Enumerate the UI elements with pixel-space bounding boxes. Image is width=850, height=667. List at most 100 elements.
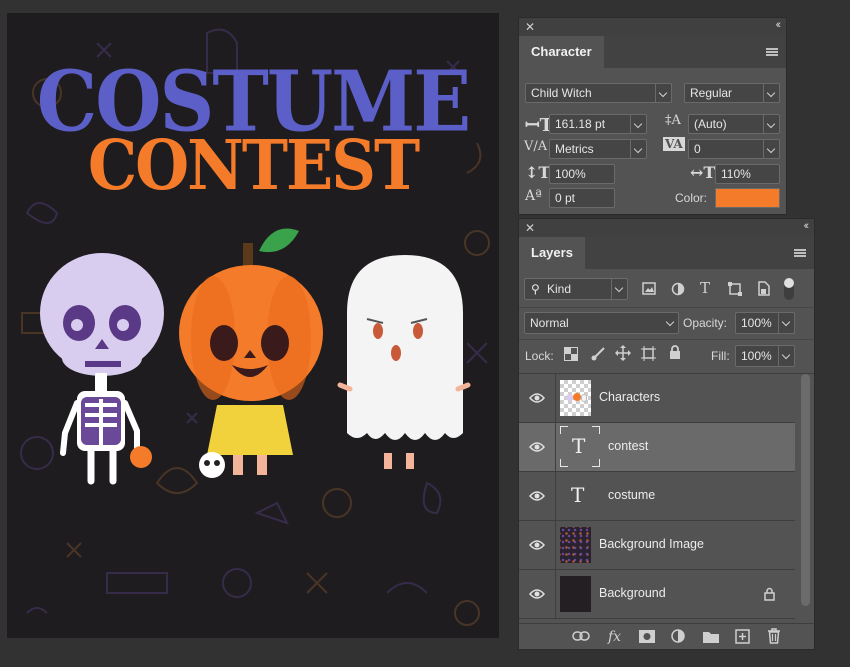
lock-pixels-icon[interactable] [591, 346, 606, 361]
color-label: Color: [675, 191, 708, 205]
baseline-shift-value: 0 pt [555, 191, 576, 205]
collapse-panel-icon[interactable]: ‹‹ [776, 19, 782, 31]
canvas-title-contest: CONTEST [87, 125, 420, 206]
tracking-value: 0 [694, 142, 701, 156]
kerning-field[interactable]: Metrics [549, 139, 647, 159]
character-panel-header: ✕ ‹‹ [519, 18, 786, 36]
folder-icon[interactable] [703, 630, 719, 643]
close-panel-icon[interactable]: ✕ [525, 221, 535, 235]
layer-row-contest[interactable]: T contest [519, 423, 795, 472]
font-size-field[interactable]: 161.18 pt [549, 114, 647, 134]
layer-thumbnail [560, 527, 591, 563]
layer-name: Background [599, 586, 666, 600]
opacity-value: 100% [741, 316, 772, 330]
kerning-icon: V/A [524, 139, 548, 154]
layers-scrollbar[interactable] [801, 374, 810, 606]
blend-mode-value: Normal [530, 316, 569, 330]
search-icon: ⚲ [531, 282, 540, 296]
baseline-shift-field[interactable]: 0 pt [549, 188, 615, 208]
link-icon[interactable] [572, 631, 590, 641]
lock-artboard-icon[interactable] [641, 346, 656, 361]
leading-value: (Auto) [694, 117, 727, 131]
filter-shape-icon[interactable] [728, 282, 742, 296]
eye-icon[interactable] [529, 490, 545, 502]
tab-character[interactable]: Character [519, 36, 604, 68]
fill-label: Fill: [711, 349, 730, 363]
tab-layers[interactable]: Layers [519, 237, 585, 269]
font-style-select[interactable]: Regular [684, 83, 780, 103]
layers-panel-header: ✕ ‹‹ [519, 219, 814, 237]
lock-icon [764, 587, 775, 601]
eye-icon[interactable] [529, 441, 545, 453]
opacity-label: Opacity: [683, 316, 728, 330]
tracking-field[interactable]: 0 [688, 139, 780, 159]
eye-icon[interactable] [529, 539, 545, 551]
text-layer-icon: T [571, 483, 585, 507]
eye-icon[interactable] [529, 392, 545, 404]
layers-bottom-toolbar: fx [519, 623, 814, 649]
vertical-scale-field[interactable]: 100% [549, 164, 615, 184]
tracking-icon: VA [663, 137, 685, 151]
vertical-scale-value: 100% [555, 167, 586, 181]
layer-name: Background Image [599, 537, 704, 551]
close-panel-icon[interactable]: ✕ [525, 20, 535, 34]
layer-filter-select[interactable]: ⚲ Kind [524, 278, 628, 300]
skeleton-character [40, 253, 164, 485]
baseline-shift-icon: Aª [525, 188, 542, 204]
adjustment-icon[interactable] [671, 629, 686, 644]
blend-mode-select[interactable]: Normal [524, 312, 679, 334]
horizontal-scale-icon: ↔T [690, 163, 716, 182]
lock-transparent-icon[interactable] [564, 347, 578, 361]
text-color-swatch[interactable] [715, 188, 780, 208]
fill-field[interactable]: 100% [735, 345, 795, 367]
mask-icon[interactable] [639, 630, 655, 643]
lock-all-icon[interactable] [669, 345, 681, 360]
filter-image-icon[interactable] [642, 282, 656, 295]
character-panel: ✕ ‹‹ Character Child Witch Regular ꟷT 16… [518, 17, 787, 215]
fill-value: 100% [741, 349, 772, 363]
layer-row-costume[interactable]: T costume [519, 472, 795, 521]
layer-row-background[interactable]: Background [519, 570, 795, 619]
leading-icon: ‡A [665, 113, 681, 128]
layers-panel: ✕ ‹‹ Layers ⚲ Kind T Normal Opacity: 100… [518, 218, 815, 650]
panel-menu-icon[interactable] [766, 48, 778, 56]
layer-name: contest [608, 439, 649, 453]
font-size-value: 161.18 pt [555, 117, 606, 131]
document-canvas[interactable]: COSTUME CONTEST [7, 13, 499, 638]
kerning-value: Metrics [555, 142, 594, 156]
font-family-select[interactable]: Child Witch [525, 83, 672, 103]
layers-tabbar: Layers [519, 237, 814, 269]
layer-list: Characters T contest T costume Backgroun… [519, 374, 801, 619]
pumpkin-character [179, 228, 323, 478]
eye-icon[interactable] [529, 588, 545, 600]
lock-label: Lock: [525, 349, 554, 363]
ghost-character [337, 255, 471, 469]
panel-menu-icon[interactable] [794, 249, 806, 257]
font-style-value: Regular [690, 86, 733, 100]
vertical-scale-icon: ↕T [525, 163, 551, 182]
filter-kind-value: Kind [547, 282, 572, 296]
layer-row-characters[interactable]: Characters [519, 374, 795, 423]
layer-row-background-image[interactable]: Background Image [519, 521, 795, 570]
text-layer-icon: T [560, 426, 600, 467]
lock-position-icon[interactable] [615, 345, 631, 361]
layer-name: costume [608, 488, 656, 502]
layer-thumbnail [560, 576, 591, 612]
layer-name: Characters [599, 390, 661, 404]
filter-toggle[interactable] [784, 278, 794, 300]
filter-type-icon[interactable]: T [700, 279, 710, 297]
divider [519, 307, 814, 308]
trash-icon[interactable] [767, 628, 781, 644]
opacity-field[interactable]: 100% [735, 312, 795, 334]
divider [519, 339, 814, 340]
leading-field[interactable]: (Auto) [688, 114, 780, 134]
filter-smart-object-icon[interactable] [757, 281, 770, 296]
fx-icon[interactable]: fx [608, 629, 621, 645]
font-family-value: Child Witch [531, 86, 592, 100]
collapse-panel-icon[interactable]: ‹‹ [804, 220, 810, 232]
character-tabbar: Character [519, 36, 786, 68]
new-layer-icon[interactable] [735, 629, 750, 644]
horizontal-scale-field[interactable]: 110% [715, 164, 780, 184]
filter-adjustment-icon[interactable] [671, 282, 685, 296]
layer-thumbnail [560, 380, 591, 416]
